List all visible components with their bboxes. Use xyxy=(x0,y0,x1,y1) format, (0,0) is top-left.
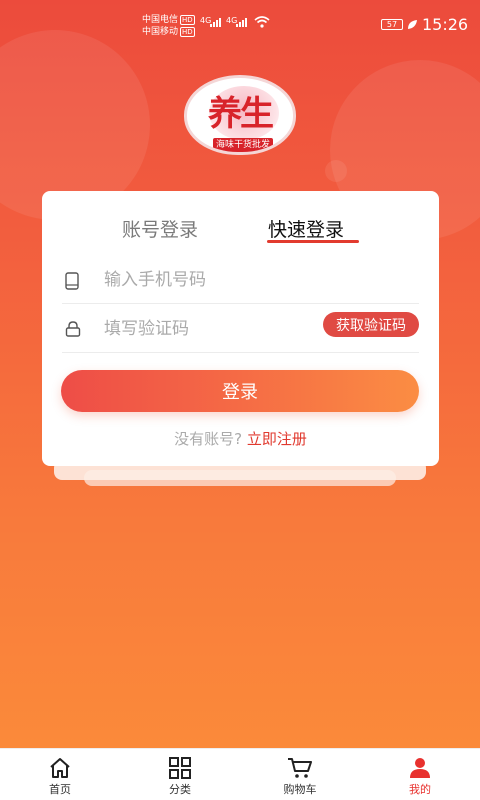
register-prompt: 没有账号? xyxy=(174,430,243,448)
carrier-info: 中国电信 HD 中国移动 HD xyxy=(142,14,195,38)
tab-quick-login[interactable]: 快速登录 xyxy=(268,215,344,242)
nav-item-home[interactable]: 首页 xyxy=(0,749,120,800)
nav-label: 首页 xyxy=(49,783,71,796)
register-link[interactable]: 立即注册 xyxy=(247,430,307,448)
phone-input[interactable] xyxy=(104,265,314,295)
tab-account-login[interactable]: 账号登录 xyxy=(122,215,198,242)
get-code-button[interactable]: 获取验证码 xyxy=(323,312,419,337)
app-logo: 养生 海味干货批发 xyxy=(184,75,296,155)
tab-active-indicator xyxy=(267,240,359,243)
lock-icon xyxy=(65,321,81,337)
phone-field xyxy=(62,255,419,304)
grid-icon xyxy=(169,757,191,779)
phone-icon xyxy=(65,272,79,290)
nav-label: 分类 xyxy=(169,783,191,796)
logo-subtitle: 海味干货批发 xyxy=(213,138,273,152)
clock: 15:26 xyxy=(422,15,469,34)
bottom-nav: 首页 分类 购物车 我的 xyxy=(0,748,480,800)
nav-item-cart[interactable]: 购物车 xyxy=(240,749,360,800)
register-row: 没有账号? 立即注册 xyxy=(42,428,439,449)
signal-icon xyxy=(210,18,221,27)
cart-icon xyxy=(288,758,312,778)
carrier-1: 中国电信 xyxy=(142,15,179,25)
carrier-2: 中国移动 xyxy=(142,27,179,37)
wifi-icon xyxy=(254,16,270,28)
login-card: 账号登录 快速登录 获取验证码 登录 没有账号? 立即注册 xyxy=(42,191,439,466)
status-bar: 中国电信 HD 中国移动 HD 4G 4G 57 15:26 xyxy=(0,0,480,38)
signal-icon xyxy=(236,18,247,27)
login-button[interactable]: 登录 xyxy=(61,370,419,412)
user-icon xyxy=(410,758,430,778)
nav-item-mine[interactable]: 我的 xyxy=(360,749,480,800)
home-icon xyxy=(50,758,70,778)
battery-icon: 57 xyxy=(381,19,403,30)
logo-title: 养生 xyxy=(208,94,274,134)
hd-badge: HD xyxy=(180,15,195,25)
decor-bubble xyxy=(325,160,347,182)
code-input[interactable] xyxy=(104,314,314,344)
hd-badge: HD xyxy=(180,27,195,37)
nav-label: 购物车 xyxy=(283,783,317,796)
nav-label: 我的 xyxy=(409,783,431,796)
nav-item-category[interactable]: 分类 xyxy=(120,749,240,800)
leaf-icon xyxy=(408,20,417,29)
